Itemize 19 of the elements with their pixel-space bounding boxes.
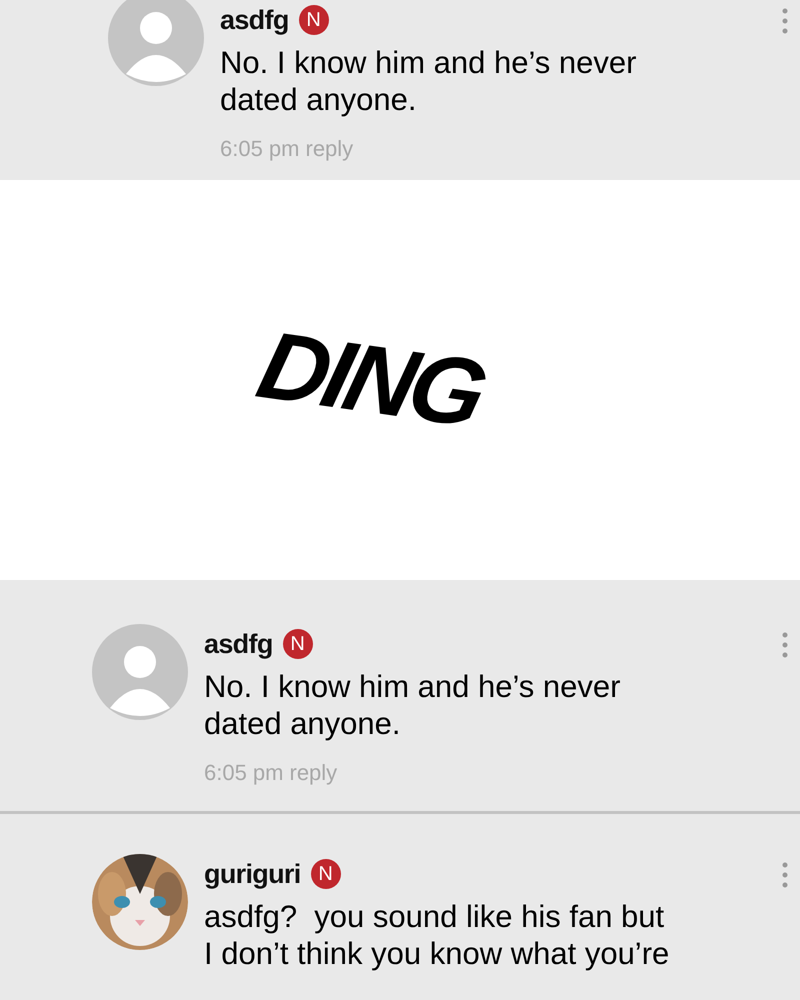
- n-badge: N: [310, 859, 341, 889]
- username: asdfg: [204, 628, 273, 661]
- comment-text: No. I know him and he’s never dated anyone.: [204, 668, 622, 742]
- n-badge: N: [298, 5, 329, 35]
- timestamp: 6:05 pm: [204, 759, 284, 787]
- more-options-icon[interactable]: [782, 8, 788, 34]
- timestamp: 6:05 pm: [220, 135, 300, 163]
- username: guriguri: [204, 858, 301, 891]
- n-badge: N: [282, 629, 313, 659]
- comment-text: asdfg? you sound like his fan but I don’t think you know what you’re: [204, 898, 670, 972]
- avatar-icon: [92, 624, 188, 720]
- avatar-icon: [108, 0, 204, 86]
- reply-link[interactable]: reply: [290, 756, 338, 789]
- comment-text: No. I know him and he’s never dated anyone.: [220, 44, 638, 118]
- more-options-icon[interactable]: [782, 632, 788, 658]
- sound-effect: DING: [246, 310, 494, 450]
- more-options-icon[interactable]: [782, 862, 788, 888]
- reply-link[interactable]: reply: [306, 132, 354, 165]
- username: asdfg: [220, 4, 289, 37]
